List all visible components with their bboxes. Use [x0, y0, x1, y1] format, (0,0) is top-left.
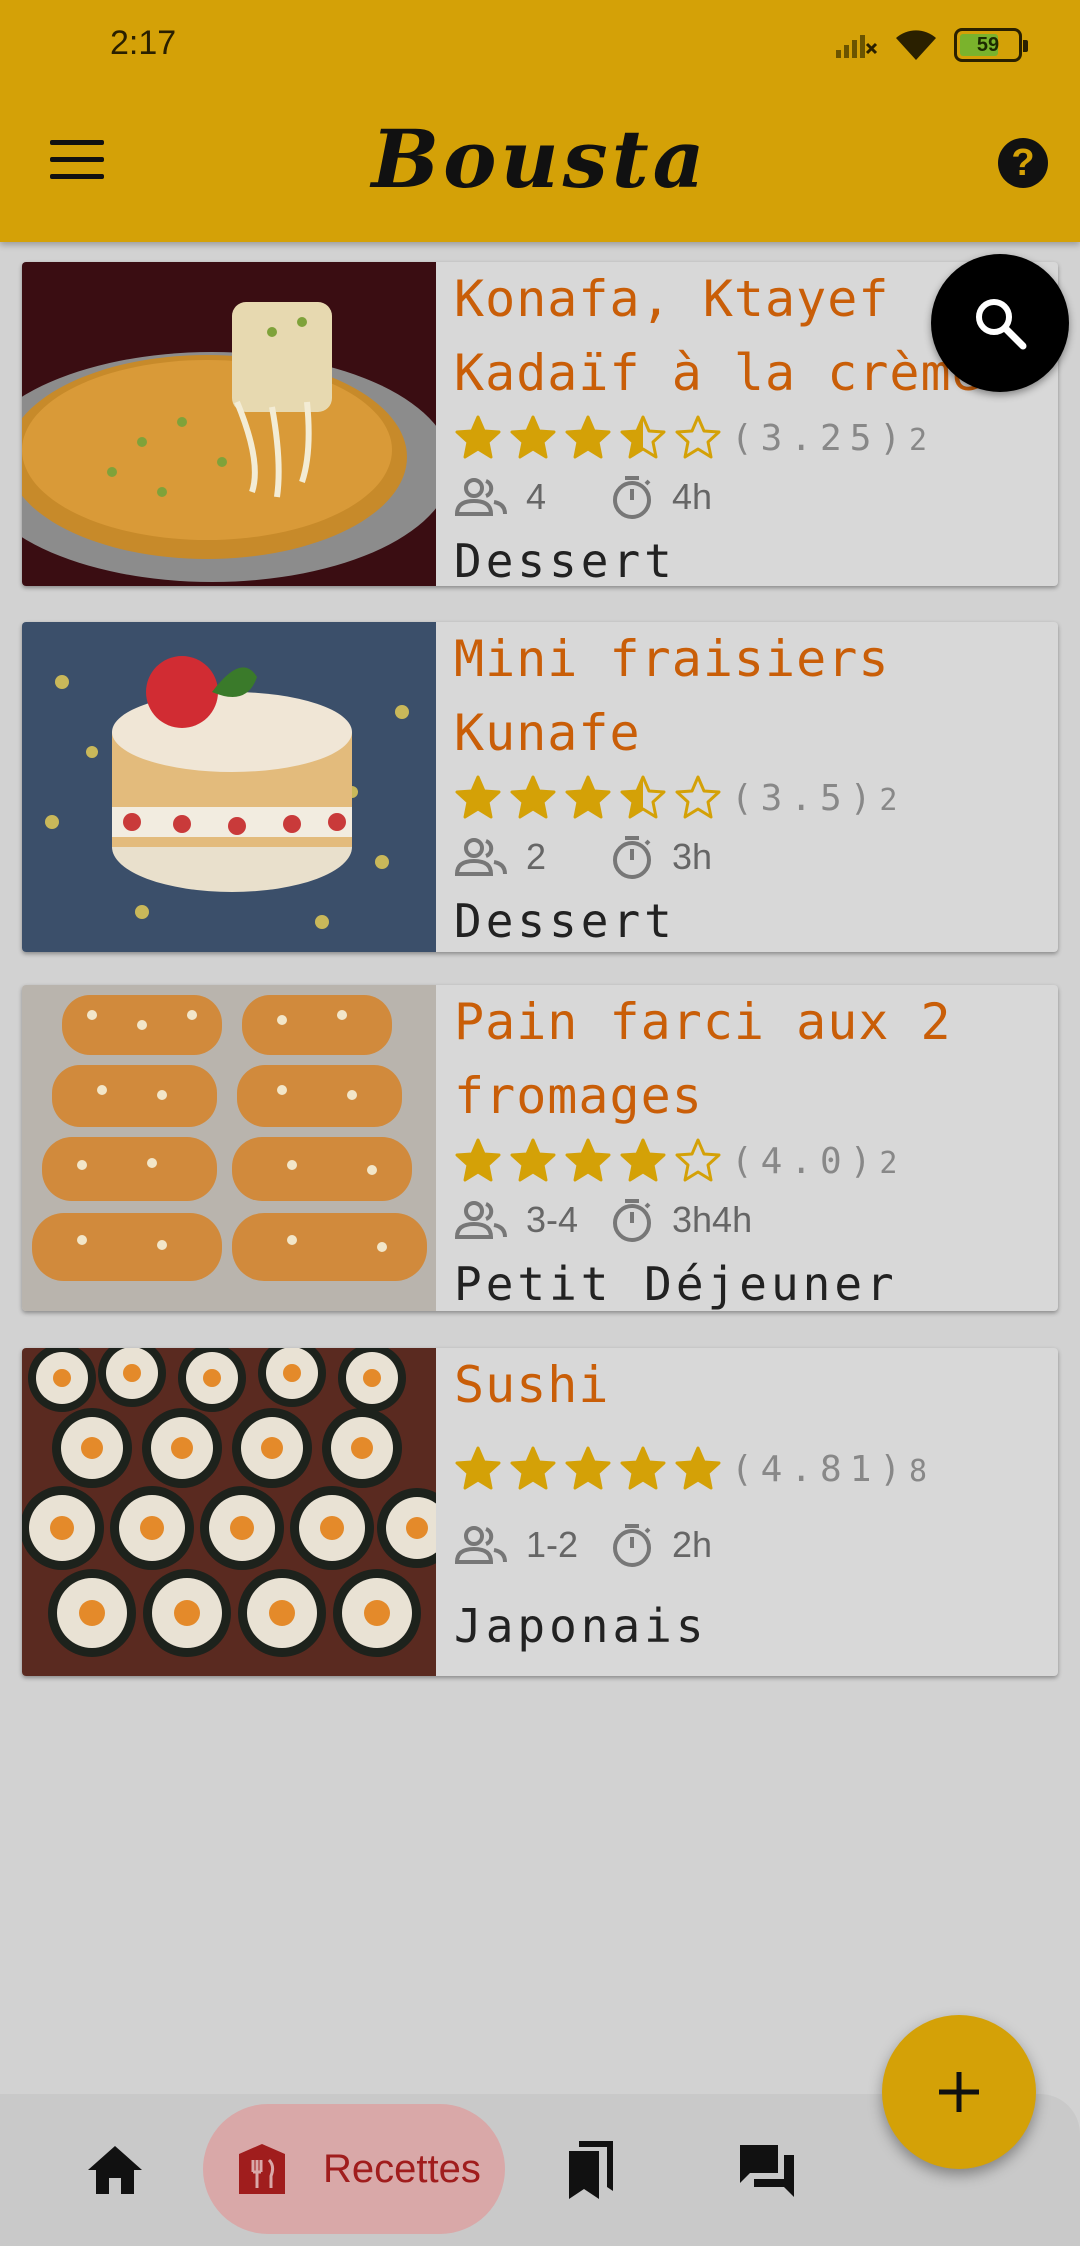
- time-value: 3h4h: [672, 1199, 753, 1240]
- time-value: 2h: [672, 1524, 713, 1565]
- recipe-rating: (3.25) 2: [454, 410, 1048, 466]
- people-icon: [454, 1201, 507, 1239]
- star-icon: [620, 1138, 666, 1182]
- recipe-meta: 1-2 2h: [454, 1504, 1048, 1586]
- help-button[interactable]: ?: [998, 138, 1048, 188]
- search-button[interactable]: [931, 254, 1069, 392]
- forum-icon: [740, 2145, 794, 2197]
- recipe-category: Dessert: [454, 534, 676, 588]
- add-recipe-button[interactable]: [882, 2015, 1036, 2169]
- star-icon: [455, 775, 501, 819]
- recipe-meta: 4 4h: [454, 466, 1048, 528]
- recipe-card[interactable]: Sushi (4.81) 8 1-2 2h Japonais: [22, 1348, 1058, 1676]
- timer-icon: [613, 1199, 651, 1242]
- servings-value: 2: [526, 836, 547, 877]
- search-icon: [976, 299, 1027, 350]
- app-title: Bousta: [371, 112, 709, 206]
- nav-recettes-label: Recettes: [323, 2146, 481, 2191]
- rating-count: 2: [909, 422, 928, 458]
- recipe-card[interactable]: Konafa, Ktayef Kadaïf à la crème (3.25) …: [22, 262, 1058, 588]
- recipe-category: Japonais: [454, 1599, 708, 1653]
- recipe-info: Mini fraisiers Kunafe (3.5) 2 2 3h Desse…: [454, 622, 1048, 952]
- recipe-card[interactable]: Pain farci aux 2 fromages (4.0) 2 3-4 3h…: [22, 985, 1058, 1311]
- recipe-image: [22, 262, 436, 586]
- recipe-card[interactable]: Mini fraisiers Kunafe (3.5) 2 2 3h Desse…: [22, 622, 1058, 952]
- nav-recettes[interactable]: Recettes: [203, 2104, 505, 2234]
- star-icon: [675, 1446, 721, 1490]
- star-icon: [455, 1446, 501, 1490]
- recipe-info: Pain farci aux 2 fromages (4.0) 2 3-4 3h…: [454, 985, 1048, 1311]
- star-icon: [565, 775, 611, 819]
- recipes-screen: 2:17 59 Bousta ? Konafa, Ktayef Kadaïf à…: [0, 0, 1080, 2246]
- wifi-icon: [896, 30, 936, 60]
- recipe-category: Dessert: [454, 894, 676, 948]
- star-icon: [565, 1138, 611, 1182]
- time-value: 4h: [672, 476, 713, 517]
- home-icon: [88, 2146, 142, 2194]
- battery-level: 59: [976, 33, 1000, 56]
- nav-bookmarks[interactable]: [536, 2094, 646, 2246]
- star-rating-icons: [454, 1137, 729, 1185]
- star-icon: [620, 1446, 666, 1490]
- recipe-rating: (4.0) 2: [454, 1133, 1048, 1189]
- people-icon: [454, 1526, 507, 1564]
- recipe-meta: 3-4 3h4h: [454, 1189, 1048, 1251]
- recipe-category: Petit Déjeuner: [454, 1257, 898, 1311]
- timer-icon: [613, 836, 651, 879]
- star-icon: [565, 415, 611, 459]
- recipe-rating: (4.81) 8: [454, 1434, 1048, 1504]
- timer-icon: [613, 476, 651, 519]
- rating-value: (3.25): [731, 417, 910, 459]
- recipe-title: Mini fraisiers Kunafe: [454, 630, 890, 762]
- recipe-title: Sushi: [454, 1356, 610, 1414]
- star-icon: [455, 415, 501, 459]
- star-icon: [565, 1446, 611, 1490]
- servings-value: 1-2: [526, 1524, 579, 1565]
- star-icon: [510, 1446, 556, 1490]
- star-icon: [620, 775, 666, 819]
- servings-value: 4: [526, 476, 547, 517]
- star-icon: [675, 415, 721, 459]
- recipe-meta: 2 3h: [454, 826, 1048, 888]
- app-bar: 2:17 59 Bousta ?: [0, 0, 1080, 242]
- star-rating-icons: [454, 1445, 729, 1493]
- nav-forum[interactable]: [712, 2094, 822, 2246]
- nav-home[interactable]: [60, 2094, 170, 2246]
- bookmarks-icon: [569, 2141, 613, 2199]
- star-rating-icons: [454, 774, 729, 822]
- recipe-info: Sushi (4.81) 8 1-2 2h Japonais: [454, 1348, 1048, 1676]
- star-icon: [675, 1138, 721, 1182]
- star-icon: [510, 775, 556, 819]
- star-icon: [675, 775, 721, 819]
- time-value: 3h: [672, 836, 713, 877]
- star-icon: [455, 1138, 501, 1182]
- no-signal-icon: [836, 35, 878, 58]
- rating-value: (4.0): [731, 1140, 880, 1182]
- star-icon: [620, 415, 666, 459]
- rating-count: 2: [879, 782, 898, 818]
- plus-icon: [939, 2072, 979, 2112]
- star-rating-icons: [454, 414, 729, 462]
- recipe-rating: (3.5) 2: [454, 770, 1048, 826]
- timer-icon: [613, 1524, 651, 1567]
- rating-value: (4.81): [731, 1448, 910, 1490]
- star-icon: [510, 1138, 556, 1182]
- recipe-image: [22, 1348, 436, 1676]
- people-icon: [454, 478, 507, 516]
- battery-icon: 59: [954, 28, 1028, 62]
- people-icon: [454, 838, 507, 876]
- recipe-image: [22, 985, 436, 1311]
- status-time: 2:17: [110, 24, 177, 62]
- rating-count: 2: [879, 1145, 898, 1181]
- recipe-image: [22, 622, 436, 952]
- status-icons: 59: [834, 28, 1028, 62]
- rating-count: 8: [909, 1453, 928, 1489]
- recipe-title: Pain farci aux 2 fromages: [454, 993, 952, 1125]
- star-icon: [510, 415, 556, 459]
- rating-value: (3.5): [731, 777, 880, 819]
- help-icon: ?: [1011, 142, 1035, 184]
- restaurant-icon: [239, 2144, 285, 2194]
- servings-value: 3-4: [526, 1199, 579, 1240]
